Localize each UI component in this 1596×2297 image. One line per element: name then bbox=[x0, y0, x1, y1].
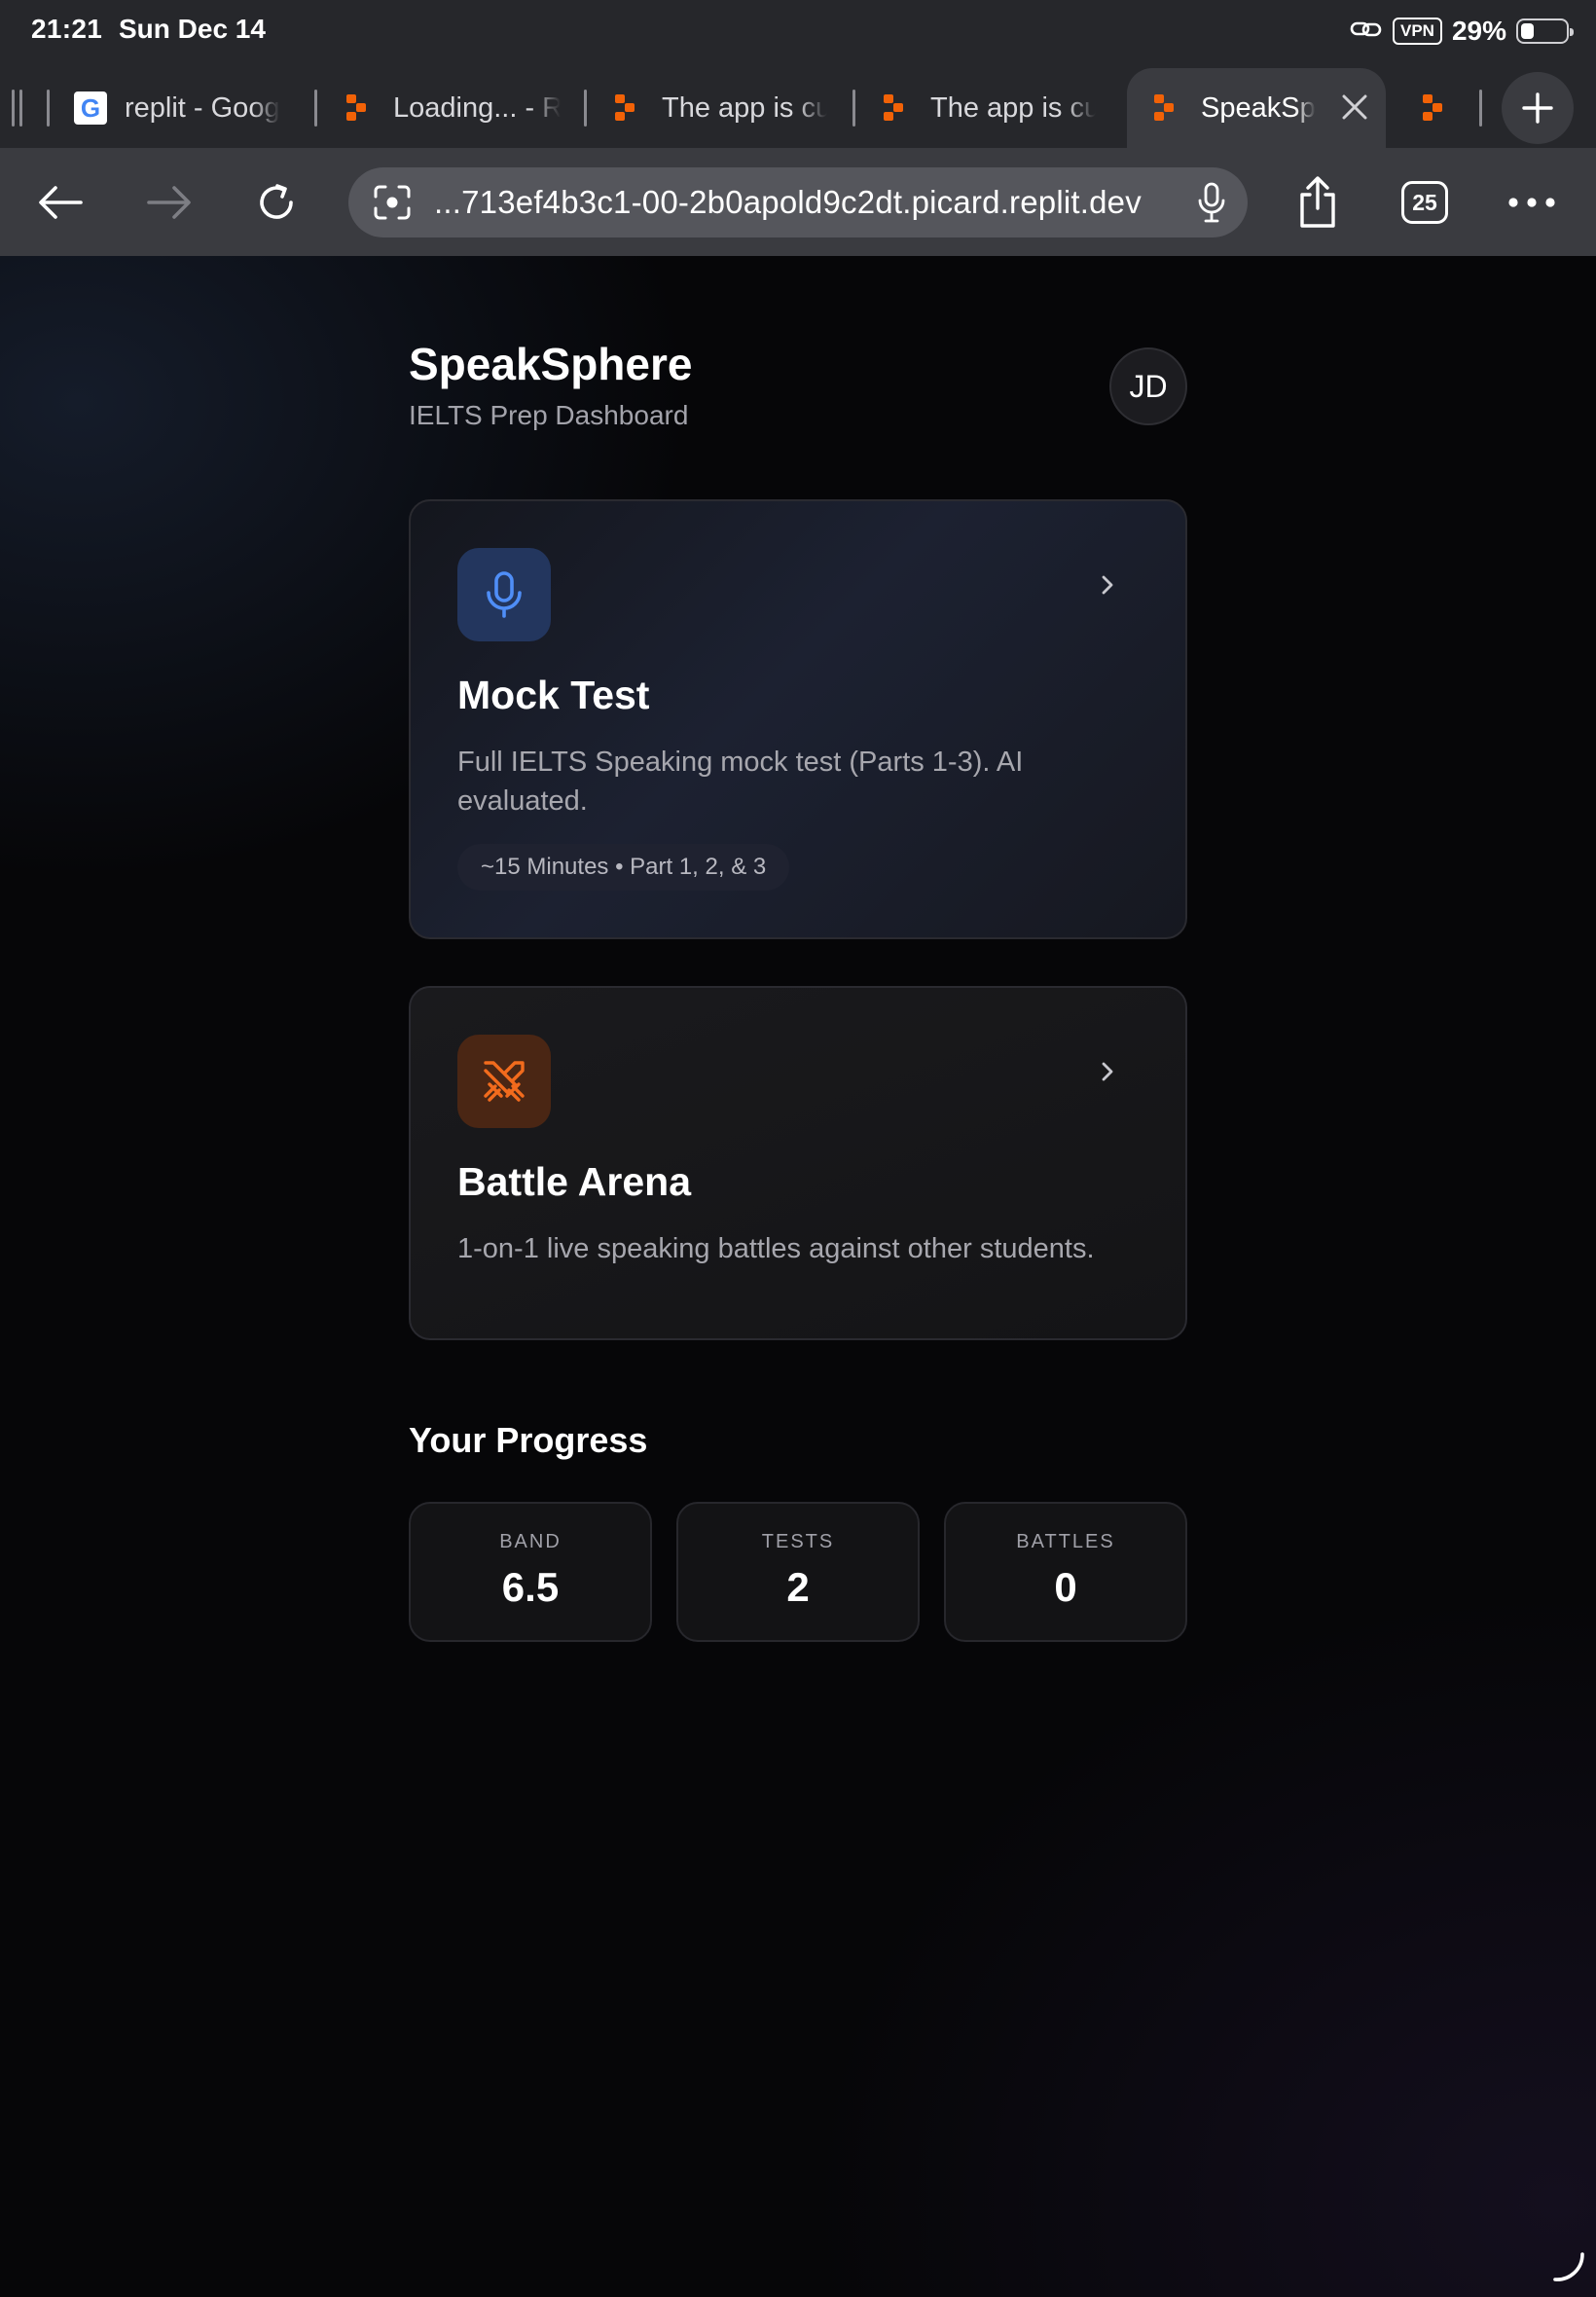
band-stat-card: BAND 6.5 bbox=[409, 1502, 652, 1642]
browser-toolbar: ...713ef4b3c1-00-2b0apold9c2dt.picard.re… bbox=[0, 148, 1596, 256]
new-tab-button[interactable] bbox=[1502, 72, 1574, 144]
battles-stat-card: BATTLES 0 bbox=[944, 1502, 1187, 1642]
microphone-icon[interactable] bbox=[1197, 181, 1226, 229]
tab-separator bbox=[314, 90, 317, 127]
replit-icon bbox=[884, 94, 909, 122]
replit-icon bbox=[1154, 94, 1179, 122]
stat-value: 2 bbox=[786, 1564, 810, 1610]
tab-separator bbox=[12, 90, 15, 127]
battery-level-fill bbox=[1521, 23, 1534, 39]
tab-loading[interactable]: Loading... - R bbox=[346, 68, 561, 148]
replit-icon bbox=[615, 94, 640, 122]
stat-label: BAND bbox=[499, 1531, 562, 1552]
google-icon: G bbox=[74, 91, 107, 125]
app-page: SpeakSphere IELTS Prep Dashboard JD Mock… bbox=[0, 256, 1596, 2297]
status-indicators: VPN 29% bbox=[1350, 14, 1574, 49]
url-text[interactable]: ...713ef4b3c1-00-2b0apold9c2dt.picard.re… bbox=[434, 184, 1142, 221]
tab-separator bbox=[1479, 90, 1482, 127]
app-subtitle: IELTS Prep Dashboard bbox=[409, 400, 689, 430]
battery-icon bbox=[1516, 18, 1574, 44]
battle-arena-description: 1-on-1 live speaking battles against oth… bbox=[457, 1233, 1095, 1264]
reload-button[interactable] bbox=[245, 171, 308, 234]
status-date: Sun Dec 14 bbox=[119, 14, 266, 44]
tab-separator bbox=[19, 90, 22, 127]
stat-value: 0 bbox=[1054, 1564, 1077, 1610]
crossed-swords-icon bbox=[484, 1061, 525, 1102]
mock-test-duration-badge: ~15 Minutes • Part 1, 2, & 3 bbox=[457, 844, 790, 891]
share-button[interactable] bbox=[1287, 171, 1349, 234]
tests-stat-card: TESTS 2 bbox=[676, 1502, 920, 1642]
tab-replit-extra[interactable] bbox=[1423, 68, 1462, 148]
lens-icon[interactable] bbox=[372, 183, 413, 227]
tab-label: The app is cu bbox=[930, 91, 1096, 124]
forward-button[interactable] bbox=[138, 171, 200, 234]
stat-value: 6.5 bbox=[501, 1564, 560, 1610]
tab-app-1[interactable]: The app is cu bbox=[615, 68, 827, 148]
tab-separator bbox=[47, 90, 50, 127]
replit-icon bbox=[346, 94, 372, 122]
tab-speaksphere-active[interactable]: SpeakSp bbox=[1127, 68, 1386, 148]
battle-arena-icon-tile bbox=[457, 1035, 551, 1128]
user-avatar[interactable]: JD bbox=[1109, 347, 1187, 425]
stat-label: BATTLES bbox=[1016, 1531, 1115, 1552]
mock-test-title: Mock Test bbox=[457, 673, 650, 717]
progress-section-title: Your Progress bbox=[409, 1420, 648, 1460]
address-bar[interactable]: ...713ef4b3c1-00-2b0apold9c2dt.picard.re… bbox=[348, 167, 1248, 237]
mock-test-icon-tile bbox=[457, 548, 551, 641]
link-icon bbox=[1350, 18, 1383, 46]
back-button[interactable] bbox=[29, 171, 91, 234]
vpn-badge: VPN bbox=[1392, 18, 1442, 45]
tab-separator bbox=[584, 90, 587, 127]
tab-replit-google[interactable]: G replit - Goog bbox=[74, 68, 288, 148]
tab-count-button[interactable]: 25 bbox=[1394, 171, 1456, 234]
battle-arena-card[interactable]: Battle Arena 1-on-1 live speaking battle… bbox=[409, 986, 1187, 1340]
tab-count: 25 bbox=[1401, 181, 1448, 224]
tab-label: Loading... - R bbox=[393, 91, 561, 124]
status-bar: 21:21 Sun Dec 14 VPN 29% bbox=[0, 0, 1596, 60]
more-menu-button[interactable] bbox=[1501, 171, 1563, 234]
share-icon bbox=[1300, 176, 1335, 228]
tab-separator bbox=[852, 90, 855, 127]
arrow-right-icon bbox=[147, 186, 191, 219]
mock-test-card[interactable]: Mock Test Full IELTS Speaking mock test … bbox=[409, 499, 1187, 939]
battery-percent: 29% bbox=[1451, 16, 1506, 46]
plus-icon bbox=[1522, 92, 1553, 124]
replit-icon bbox=[1423, 94, 1448, 122]
status-time: 21:21 bbox=[31, 14, 103, 44]
close-tab-icon[interactable] bbox=[1341, 89, 1368, 128]
tab-strip: G replit - Goog Loading... - R The app i… bbox=[0, 68, 1596, 148]
stat-label: TESTS bbox=[761, 1531, 835, 1552]
mock-test-description: Full IELTS Speaking mock test (Parts 1-3… bbox=[457, 747, 1024, 817]
chevron-right-icon bbox=[1094, 1058, 1121, 1085]
browser-chrome: 21:21 Sun Dec 14 VPN 29% G replit - Goog… bbox=[0, 0, 1596, 256]
tab-label: replit - Goog bbox=[125, 91, 280, 124]
tab-app-2[interactable]: The app is cu bbox=[884, 68, 1096, 148]
arrow-left-icon bbox=[39, 186, 83, 219]
resize-corner-icon bbox=[1549, 2246, 1588, 2285]
battle-arena-title: Battle Arena bbox=[457, 1159, 691, 1204]
chevron-right-icon bbox=[1094, 571, 1121, 599]
tab-label: The app is cu bbox=[662, 91, 827, 124]
microphone-icon bbox=[487, 571, 522, 618]
more-dots-icon bbox=[1508, 198, 1555, 207]
reload-icon bbox=[260, 184, 293, 219]
tab-label: SpeakSp bbox=[1201, 91, 1316, 124]
app-title: SpeakSphere bbox=[409, 339, 693, 389]
